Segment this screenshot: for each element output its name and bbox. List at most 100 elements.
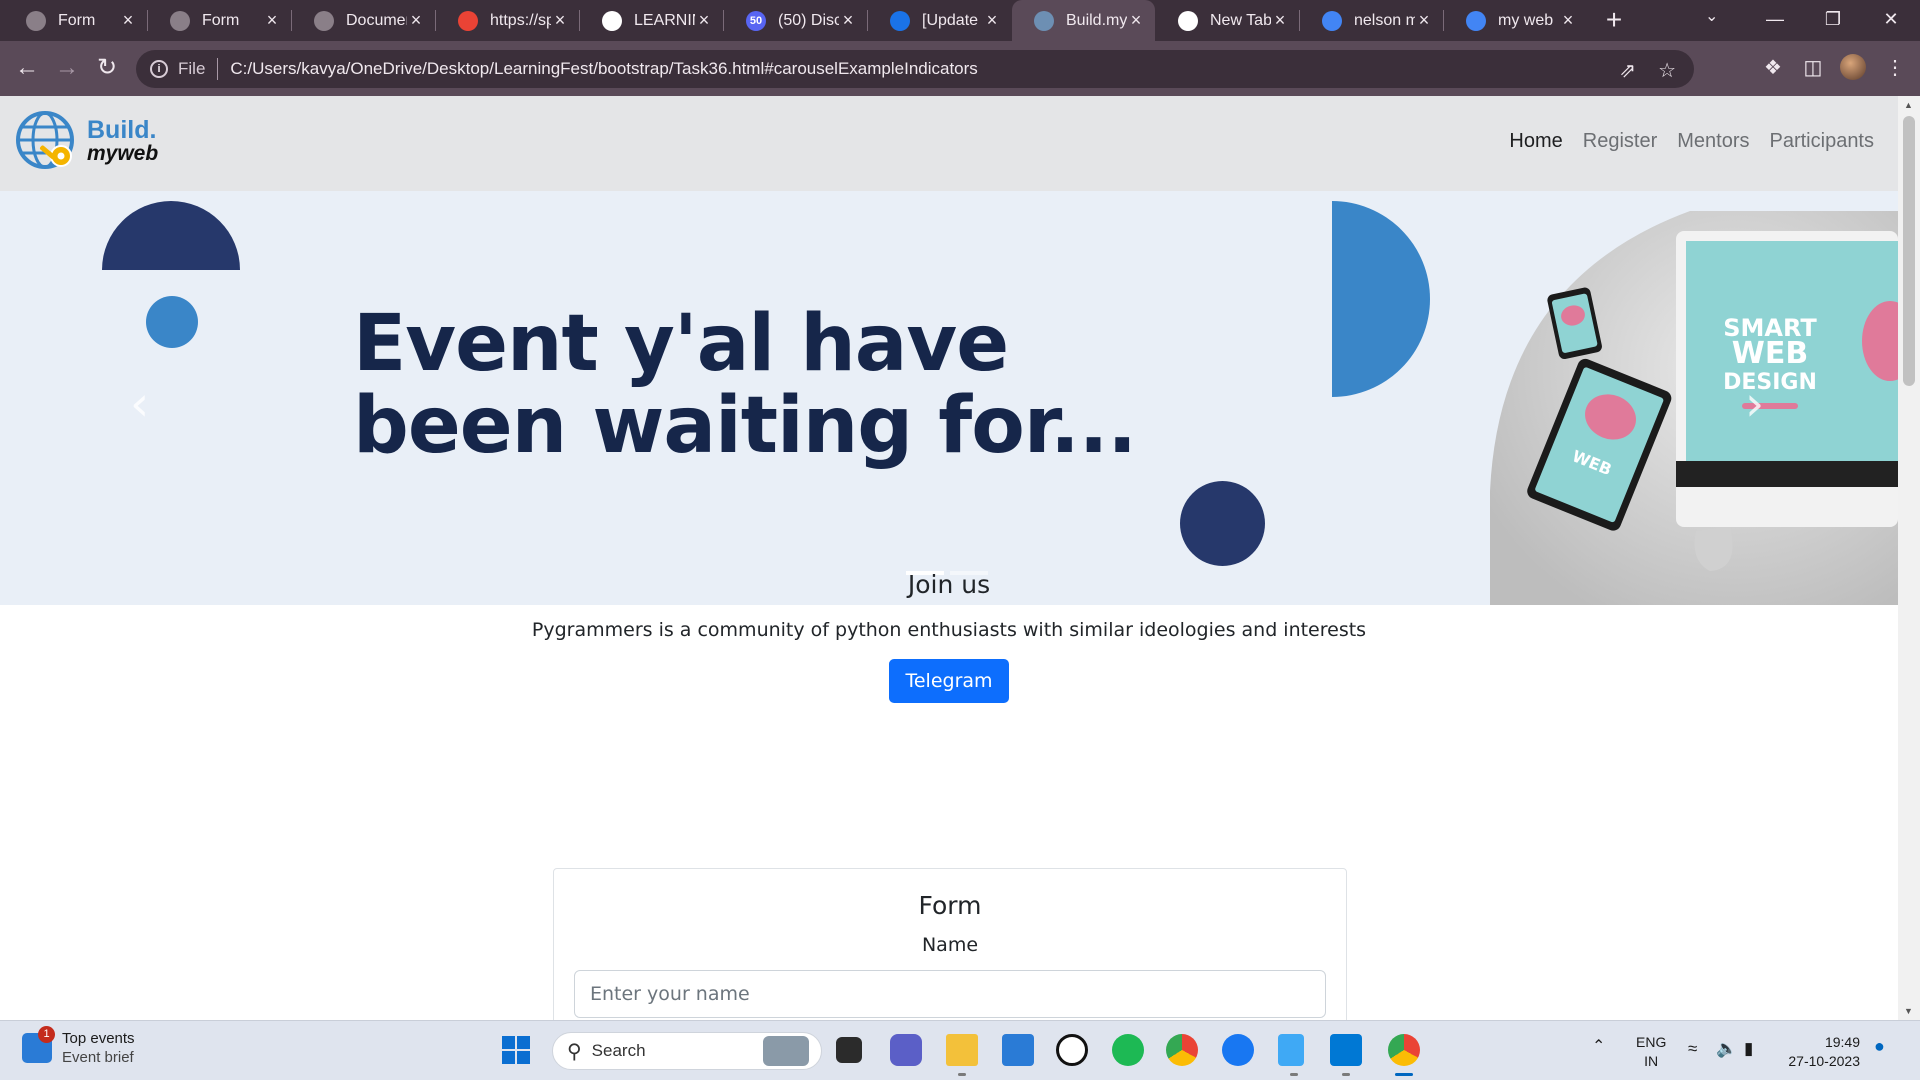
tray-overflow-chevron-icon[interactable]: ⌃	[1592, 1037, 1605, 1056]
windows-start-icon[interactable]	[500, 1034, 532, 1066]
browser-tab[interactable]: 50 (50) Disc ×	[724, 0, 867, 41]
teams-chat-icon[interactable]	[890, 1034, 922, 1066]
running-indicator-active	[1395, 1073, 1413, 1076]
scrollbar-thumb[interactable]	[1903, 116, 1915, 386]
taskbar-search[interactable]: ⚲ Search	[552, 1032, 822, 1070]
close-tab-icon[interactable]: ×	[263, 10, 281, 31]
close-tab-icon[interactable]: ×	[695, 10, 713, 31]
news-widget-icon: 1	[22, 1026, 55, 1063]
menu-kebab-icon[interactable]: ⋮	[1882, 55, 1908, 81]
clock[interactable]: 19:49 27-10-2023	[1784, 1033, 1860, 1071]
notepad-icon[interactable]	[1278, 1034, 1304, 1066]
vscode-icon[interactable]	[1330, 1034, 1362, 1066]
microsoft-store-icon[interactable]	[1002, 1034, 1034, 1066]
hero-carousel: Event y'al have been waiting for... SMAR…	[0, 191, 1898, 605]
bookmark-star-icon[interactable]: ☆	[1658, 58, 1676, 83]
globe-icon	[170, 10, 190, 31]
close-tab-icon[interactable]: ×	[119, 10, 137, 31]
chrome-icon[interactable]	[1166, 1034, 1198, 1066]
close-tab-icon[interactable]: ×	[1559, 10, 1577, 31]
language-region[interactable]: IN	[1636, 1052, 1666, 1071]
browser-tab[interactable]: nelson m ×	[1300, 0, 1443, 41]
volume-icon[interactable]: 🔈	[1716, 1039, 1737, 1058]
join-section: Join us Pygrammers is a community of pyt…	[0, 570, 1898, 703]
share-icon[interactable]: ⇗	[1619, 58, 1636, 83]
running-indicator	[958, 1073, 966, 1076]
scroll-down-icon[interactable]: ▼	[1904, 1006, 1913, 1016]
browser-tab[interactable]: https://sp ×	[436, 0, 579, 41]
svg-text:DESIGN: DESIGN	[1723, 370, 1817, 395]
site-icon	[1034, 10, 1054, 31]
spotify-icon[interactable]	[1112, 1034, 1144, 1066]
forward-arrow-icon[interactable]: →	[50, 51, 84, 85]
profile-avatar[interactable]	[1840, 54, 1866, 80]
search-highlight-image	[763, 1036, 809, 1066]
address-bar[interactable]: i File C:/Users/kavya/OneDrive/Desktop/L…	[136, 50, 1694, 88]
logo-text-build: Build.	[87, 116, 157, 144]
dell-icon[interactable]	[1056, 1034, 1088, 1066]
close-tab-icon[interactable]: ×	[1415, 10, 1433, 31]
telegram-button[interactable]: Telegram	[889, 659, 1009, 703]
back-arrow-icon[interactable]: ←	[10, 51, 44, 85]
browser-tab[interactable]: Build.my ×	[1012, 0, 1155, 41]
nav-link-home[interactable]: Home	[1509, 130, 1562, 153]
minimize-button[interactable]: —	[1746, 0, 1804, 41]
tab-title: nelson m	[1354, 11, 1415, 29]
browser-tab[interactable]: Documen×	[292, 0, 435, 41]
close-tab-icon[interactable]: ×	[407, 10, 425, 31]
file-explorer-icon[interactable]	[946, 1034, 978, 1066]
name-input[interactable]	[574, 970, 1326, 1018]
carousel-prev-icon[interactable]: ‹	[130, 376, 149, 432]
language-code[interactable]: ENG	[1636, 1033, 1666, 1052]
browser-tab-strip: + ⌄ — ❐ ✕ Form×Form×Documen×https://sp×L…	[0, 0, 1920, 41]
circle-shape-dark	[1180, 481, 1265, 566]
circle-shape	[146, 296, 198, 348]
extensions-puzzle-icon[interactable]: ❖	[1760, 55, 1786, 81]
close-tab-icon[interactable]: ×	[551, 10, 569, 31]
site-logo[interactable]: Build. myweb	[15, 110, 158, 172]
close-tab-icon[interactable]: ×	[1127, 10, 1145, 31]
tab-title: Documen	[346, 11, 407, 29]
browser-tab[interactable]: LEARNIN×	[580, 0, 723, 41]
nav-link-participants[interactable]: Participants	[1770, 130, 1875, 153]
windows-taskbar: 1 Top events Event brief ⚲ Search ⌃ ENG …	[0, 1020, 1920, 1080]
nav-link-register[interactable]: Register	[1583, 130, 1657, 153]
tab-title: my web	[1498, 11, 1554, 29]
tab-search-chevron-icon[interactable]: ⌄	[1705, 6, 1718, 26]
facebook-icon[interactable]	[1222, 1034, 1254, 1066]
browser-tab[interactable]: [Update ×	[868, 0, 1011, 41]
notion-icon	[602, 10, 622, 31]
tab-title: [Update	[922, 11, 979, 29]
nav-link-mentors[interactable]: Mentors	[1677, 130, 1749, 153]
task-view-icon[interactable]	[836, 1037, 862, 1063]
reload-icon[interactable]: ↻	[90, 51, 124, 85]
google-icon	[1466, 10, 1486, 31]
url-text[interactable]: C:/Users/kavya/OneDrive/Desktop/Learning…	[230, 59, 977, 79]
browser-tab[interactable]: Form ×	[4, 0, 147, 41]
battery-icon[interactable]: ▮	[1744, 1039, 1753, 1058]
tab-title: Form	[202, 11, 240, 29]
browser-tab[interactable]: New Tab ×	[1156, 0, 1299, 41]
tab-title: LEARNIN	[634, 11, 695, 29]
widgets-button[interactable]: 1 Top events Event brief	[22, 1026, 135, 1067]
info-icon[interactable]: i	[150, 60, 168, 78]
restore-button[interactable]: ❐	[1804, 0, 1862, 41]
page-scrollbar[interactable]: ▲ ▼	[1898, 96, 1920, 1020]
new-tab-button[interactable]: +	[1598, 4, 1630, 36]
scroll-up-icon[interactable]: ▲	[1904, 100, 1913, 110]
tab-title: New Tab	[1210, 11, 1271, 29]
running-indicator	[1342, 1073, 1350, 1076]
google-icon	[1322, 10, 1342, 31]
close-tab-icon[interactable]: ×	[1271, 10, 1289, 31]
browser-tab[interactable]: my web ×	[1444, 0, 1587, 41]
chrome-profile-icon[interactable]	[1388, 1034, 1420, 1066]
wifi-icon[interactable]: ≈	[1688, 1039, 1697, 1058]
close-tab-icon[interactable]: ×	[983, 10, 1001, 31]
side-panel-icon[interactable]: ◫	[1800, 55, 1826, 81]
browser-tab[interactable]: Form ×	[148, 0, 291, 41]
widget-title: Top events	[62, 1030, 135, 1047]
carousel-next-icon[interactable]: ›	[1745, 376, 1764, 432]
close-tab-icon[interactable]: ×	[839, 10, 857, 31]
notification-bell-icon[interactable]: ●	[1874, 1037, 1885, 1056]
close-window-button[interactable]: ✕	[1862, 0, 1920, 41]
